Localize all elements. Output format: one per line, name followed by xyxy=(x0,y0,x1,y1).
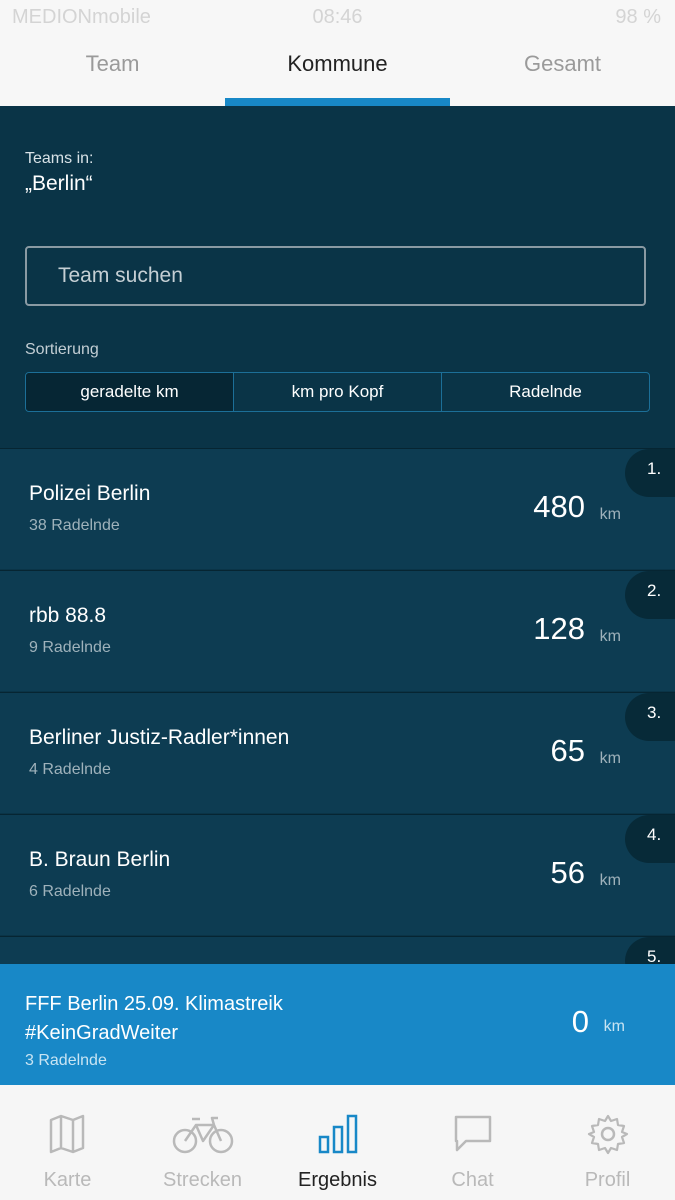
rank-number: 2. xyxy=(647,581,662,600)
team-km: 65 xyxy=(550,733,585,768)
bicycle-icon xyxy=(172,1116,234,1154)
active-tab-indicator xyxy=(225,98,450,106)
rank-badge: 3. xyxy=(625,693,675,741)
team-members: 4 Radelnde xyxy=(29,761,111,778)
sort-option-km[interactable]: geradelte km xyxy=(26,373,234,411)
nav-ergebnis[interactable]: Ergebnis xyxy=(270,1085,405,1200)
nav-strecken[interactable]: Strecken xyxy=(135,1085,270,1200)
rank-number: 3. xyxy=(647,703,662,722)
city-name: „Berlin“ xyxy=(25,172,93,195)
own-team-km: 0 xyxy=(571,1004,589,1039)
gear-icon xyxy=(587,1114,629,1155)
nav-karte[interactable]: Karte xyxy=(0,1085,135,1200)
rank-badge: 2. xyxy=(625,571,675,619)
own-team-members: 3 Radelnde xyxy=(25,1052,107,1069)
sort-option-km-per-head[interactable]: km pro Kopf xyxy=(234,373,442,411)
team-km: 128 xyxy=(533,611,585,646)
team-row[interactable]: Berliner Justiz-Radler*innen 4 Radelnde … xyxy=(0,692,675,813)
nav-label: Profil xyxy=(584,1169,631,1191)
team-members: 9 Radelnde xyxy=(29,639,111,656)
team-search-input[interactable] xyxy=(25,246,646,306)
battery-label: 98 % xyxy=(615,6,661,28)
team-members: 6 Radelnde xyxy=(29,883,111,900)
team-row[interactable]: B. Braun Berlin 6 Radelnde 56 km 4. xyxy=(0,814,675,935)
teams-in-label: Teams in: xyxy=(25,150,94,167)
own-team-card[interactable]: FFF Berlin 25.09. Klimastreik #KeinGradW… xyxy=(0,964,675,1085)
team-km: 480 xyxy=(533,489,585,524)
nav-label: Chat xyxy=(451,1169,494,1191)
status-bar: MEDIONmobile 08:46 98 % xyxy=(0,0,675,34)
bottom-navigation: Karte Strecken Ergebnis Chat Profil xyxy=(0,1085,675,1200)
map-icon xyxy=(49,1114,85,1154)
tab-gesamt[interactable]: Gesamt xyxy=(450,40,675,106)
team-name: Polizei Berlin xyxy=(29,482,151,505)
nav-label: Strecken xyxy=(163,1169,242,1191)
rank-number: 4. xyxy=(647,825,662,844)
sort-option-cyclists[interactable]: Radelnde xyxy=(442,373,649,411)
team-km: 56 xyxy=(550,855,585,890)
nav-chat[interactable]: Chat xyxy=(405,1085,540,1200)
team-ranking-list: Polizei Berlin 38 Radelnde 480 km 1. rbb… xyxy=(0,448,675,968)
km-unit: km xyxy=(599,628,621,645)
team-name: rbb 88.8 xyxy=(29,604,107,627)
km-unit: km xyxy=(599,750,621,767)
sort-segmented-control: geradelte km km pro Kopf Radelnde xyxy=(25,372,650,412)
tab-kommune[interactable]: Kommune xyxy=(225,40,450,106)
rank-number: 1. xyxy=(647,459,662,478)
team-name: Berliner Justiz-Radler*innen xyxy=(29,726,290,749)
rank-badge: 4. xyxy=(625,815,675,863)
top-bar: MEDIONmobile 08:46 98 % Team Kommune Ges… xyxy=(0,0,675,106)
sort-label: Sortierung xyxy=(25,341,99,358)
tab-bar: Team Kommune Gesamt xyxy=(0,40,675,106)
own-team-name: FFF Berlin 25.09. Klimastreik #KeinGradW… xyxy=(25,990,425,1048)
team-row[interactable]: Polizei Berlin 38 Radelnde 480 km 1. xyxy=(0,448,675,569)
nav-label: Ergebnis xyxy=(298,1169,377,1191)
nav-label: Karte xyxy=(43,1169,92,1191)
clock: 08:46 xyxy=(312,6,363,28)
nav-profil[interactable]: Profil xyxy=(540,1085,675,1200)
km-unit: km xyxy=(599,872,621,889)
own-team-name-line2: #KeinGradWeiter xyxy=(25,1022,179,1044)
km-unit: km xyxy=(603,1018,625,1035)
team-members: 38 Radelnde xyxy=(29,517,120,534)
rank-badge: 1. xyxy=(625,449,675,497)
chat-icon xyxy=(454,1115,492,1152)
tab-team[interactable]: Team xyxy=(0,40,225,106)
bar-chart-icon xyxy=(318,1114,358,1154)
km-unit: km xyxy=(599,506,621,523)
own-team-name-line1: FFF Berlin 25.09. Klimastreik xyxy=(25,993,283,1015)
team-row[interactable]: rbb 88.8 9 Radelnde 128 km 2. xyxy=(0,570,675,691)
team-name: B. Braun Berlin xyxy=(29,848,171,871)
